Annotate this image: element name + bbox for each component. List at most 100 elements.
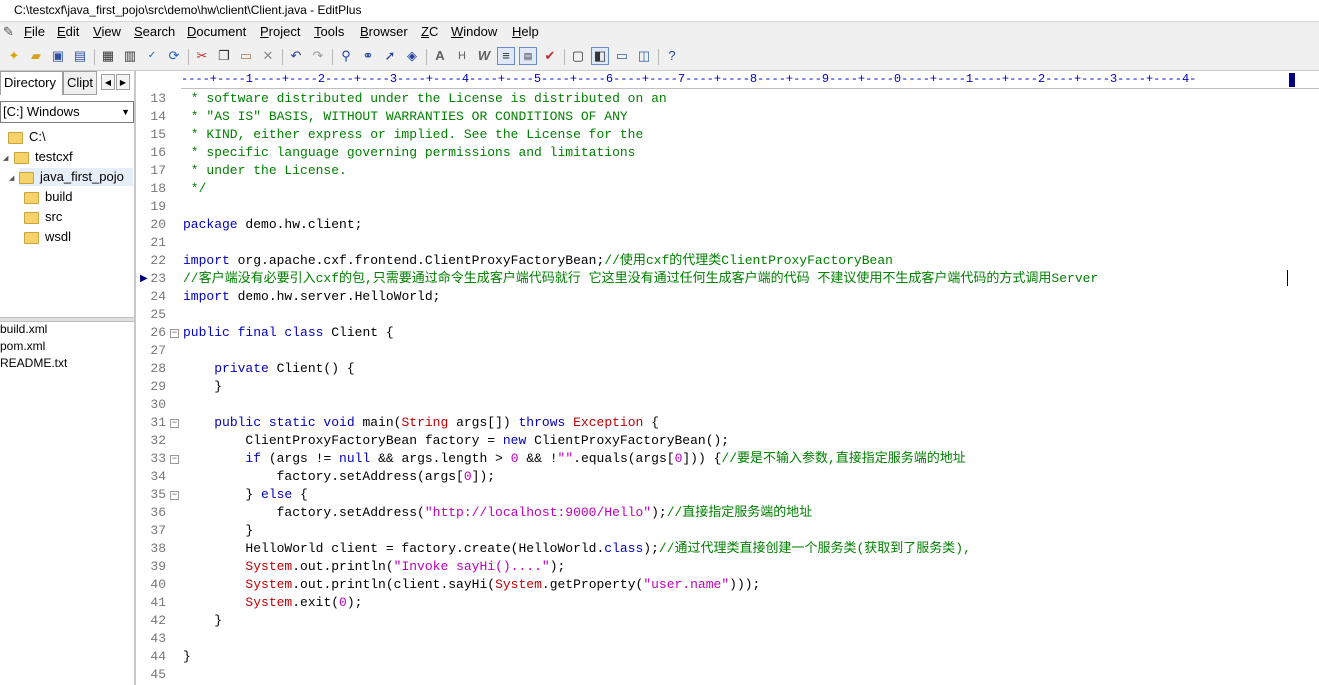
sort-icon[interactable]: ▢ [569,47,587,65]
line-number: 14 [150,109,166,124]
tab-scroll-right-icon[interactable]: ▶ [116,74,130,90]
menu-view[interactable]: View [93,24,121,39]
tree-item-root[interactable]: C:\ [8,128,46,146]
pencil-icon[interactable]: ✎ [3,25,17,39]
code-line[interactable]: } [183,522,253,540]
code-line[interactable]: System.exit(0); [183,594,362,612]
code-line[interactable]: * under the License. [183,162,347,180]
menu-edit[interactable]: Edit [57,24,79,39]
code-line[interactable]: public static void main(String args[]) t… [183,414,659,432]
code-line[interactable]: HelloWorld client = factory.create(Hello… [183,540,971,558]
tab-directory[interactable]: Directory [0,71,63,95]
code-line[interactable]: import org.apache.cxf.frontend.ClientPro… [183,252,893,270]
menu-zc[interactable]: ZC [421,24,438,39]
code-line[interactable]: import demo.hw.server.HelloWorld; [183,288,440,306]
code-line[interactable]: } [183,648,191,666]
chevron-down-icon[interactable]: ▼ [121,102,130,122]
open-icon[interactable]: ▰ [27,47,45,65]
undo-icon[interactable]: ↶ [287,47,305,65]
hex-icon[interactable]: A [431,47,449,65]
ruler-icon[interactable]: ▤ [519,47,537,65]
code-line[interactable]: //客户端没有必要引入cxf的包,只需要通过命令生成客户端代码就行 它这里没有通… [183,270,1098,288]
menu-tools[interactable]: Tools [314,24,344,39]
code-line[interactable]: System.out.println(client.sayHi(System.g… [183,576,760,594]
fold-toggle-icon[interactable]: − [170,455,179,464]
folder-icon [14,151,29,164]
code-line[interactable]: ClientProxyFactoryBean factory = new Cli… [183,432,729,450]
line-number: 15 [150,127,166,142]
help-icon[interactable]: ? [663,47,681,65]
word-icon[interactable]: W [475,47,493,65]
save-icon[interactable]: ▣ [49,47,67,65]
fold-toggle-icon[interactable]: − [170,419,179,428]
code-line[interactable]: * KIND, either express or implied. See t… [183,126,643,144]
goto-icon[interactable]: ➚ [381,47,399,65]
new-file-icon[interactable]: ✦ [5,47,23,65]
code-line[interactable]: if (args != null && args.length > 0 && !… [183,450,965,468]
folder-icon [8,131,23,144]
redo-icon[interactable]: ↷ [309,47,327,65]
code-line[interactable]: factory.setAddress("http://localhost:900… [183,504,813,522]
tree-item-build[interactable]: build [24,188,72,206]
output-icon[interactable]: ▭ [613,47,631,65]
fold-toggle-icon[interactable]: − [170,329,179,338]
tree-item-testcxf[interactable]: testcxf [14,148,73,166]
expand-icon[interactable]: ◢ [3,154,8,162]
menu-browser[interactable]: Browser [360,24,408,39]
code-line[interactable]: * specific language governing permission… [183,144,636,162]
fold-toggle-icon[interactable]: − [170,491,179,500]
sync-icon[interactable]: ⟳ [165,47,183,65]
tree-item-java-first-pojo[interactable]: java_first_pojo [19,168,133,186]
title-bar: C:\testcxf\java_first_pojo\src\demo\hw\c… [0,0,1319,22]
code-line[interactable]: package demo.hw.client; [183,216,362,234]
code-line[interactable]: System.out.println("Invoke sayHi()....")… [183,558,565,576]
code-line[interactable]: */ [183,180,207,198]
tab-scroll-left-icon[interactable]: ◀ [101,74,115,90]
code-line[interactable]: } [183,378,222,396]
drive-select[interactable]: [C:] Windows ▼ [0,101,134,123]
menu-window[interactable]: Window [451,24,497,39]
expand-icon[interactable]: ◢ [9,174,14,182]
line-number: 37 [150,523,166,538]
fullscreen-icon[interactable]: ◫ [635,47,653,65]
paste-icon[interactable]: ▭ [237,47,255,65]
search-icon[interactable]: ⚲ [337,47,355,65]
panel-icon[interactable]: ◧ [591,47,609,65]
delete-icon[interactable]: ✕ [259,47,277,65]
file-list-item[interactable]: pom.xml [0,338,45,355]
file-list-item[interactable]: README.txt [0,355,67,372]
wrap-icon[interactable]: ≡ [497,47,515,65]
copy-icon[interactable]: ❐ [215,47,233,65]
code-line[interactable]: * software distributed under the License… [183,90,667,108]
menu-project[interactable]: Project [260,24,300,39]
tree-item-wsdl[interactable]: wsdl [24,228,71,246]
replace-icon[interactable]: ⚭ [359,47,377,65]
hx-icon[interactable]: H [453,47,471,65]
spell-check-icon[interactable]: ✓ [143,47,161,65]
save-all-icon[interactable]: ▤ [71,47,89,65]
menu-search[interactable]: Search [134,24,175,39]
print-icon[interactable]: ▥ [121,47,139,65]
menu-document[interactable]: Document [187,24,246,39]
menu-help[interactable]: Help [512,24,539,39]
find-icon[interactable]: ◈ [403,47,421,65]
file-list-item[interactable]: build.xml [0,321,47,338]
tab-cliptext[interactable]: Clipt [63,71,97,95]
line-number: 44 [150,649,166,664]
line-number: 43 [150,631,166,646]
drive-select-value: [C:] Windows [3,104,80,119]
tree-item-src[interactable]: src [24,208,62,226]
menu-file[interactable]: File [24,24,45,39]
code-line[interactable]: private Client() { [183,360,354,378]
line-number: 36 [150,505,166,520]
code-line[interactable]: * "AS IS" BASIS, WITHOUT WARRANTIES OR C… [183,108,628,126]
line-number: 17 [150,163,166,178]
code-line[interactable]: } [183,612,222,630]
cut-icon[interactable]: ✂ [193,47,211,65]
editor[interactable]: ----+----1----+----2----+----3----+----4… [136,71,1319,685]
check-icon[interactable]: ✔ [541,47,559,65]
code-line[interactable]: public final class Client { [183,324,394,342]
print-preview-icon[interactable]: ▦ [99,47,117,65]
code-line[interactable]: factory.setAddress(args[0]); [183,468,495,486]
code-line[interactable]: } else { [183,486,307,504]
